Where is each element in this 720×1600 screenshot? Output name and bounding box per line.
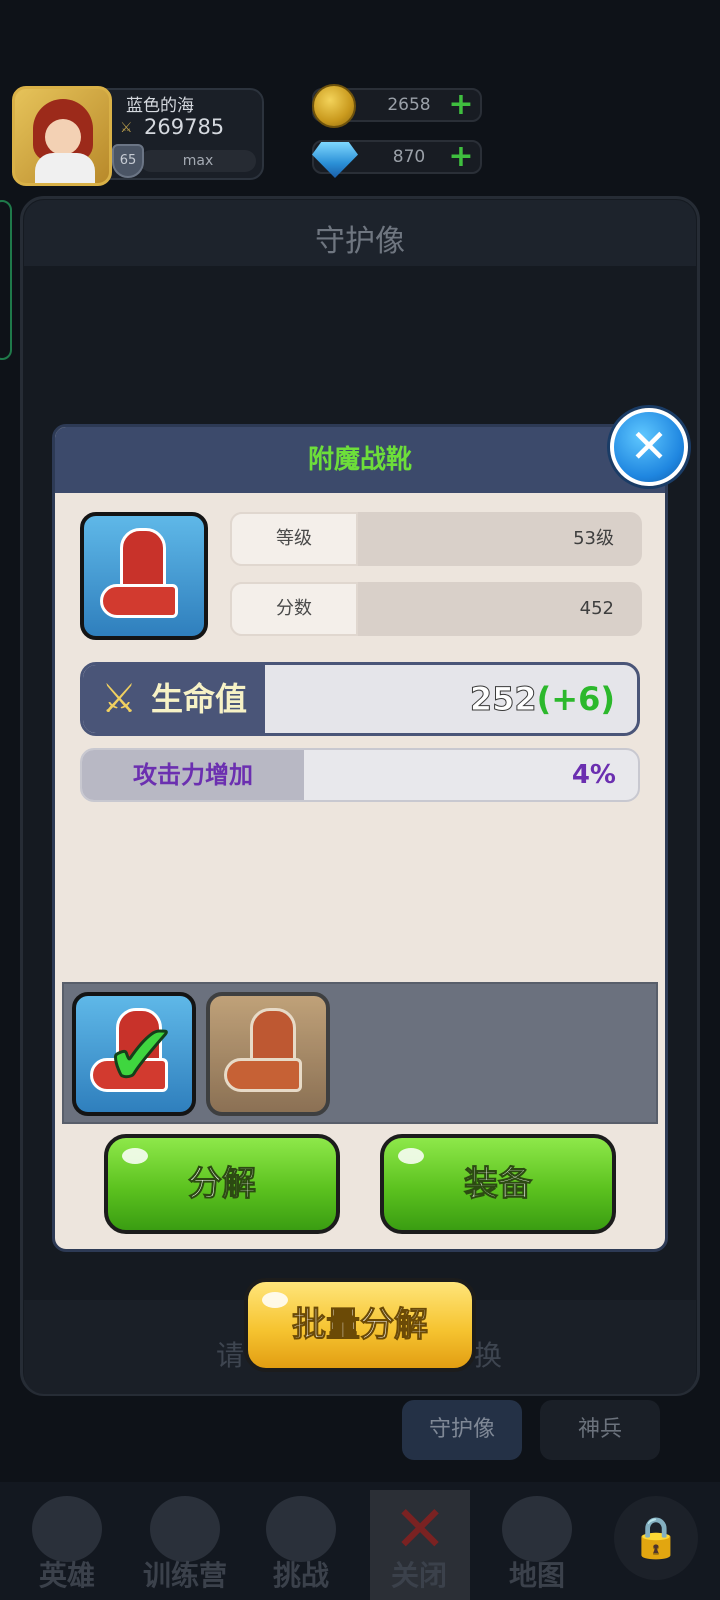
nav-label-map: 地图	[508, 1559, 565, 1592]
diamond-plus-icon[interactable]: +	[448, 142, 474, 172]
batch-decompose-button[interactable]: 批量分解	[244, 1278, 476, 1372]
nav-label-challenge: 挑战	[272, 1559, 329, 1592]
batch-decompose-label: 批量分解	[292, 1305, 429, 1346]
main-stat-hp: ⚔ 生命值 252(+6)	[80, 662, 640, 736]
check-icon: ✔	[104, 1006, 177, 1104]
player-level: 65	[119, 153, 137, 168]
nav-item-close[interactable]: 关闭	[364, 1482, 474, 1600]
stat-label-score: 分数	[230, 582, 358, 636]
shield-icon	[266, 1496, 336, 1562]
stat-row-score: 分数 452	[230, 582, 642, 636]
panel-hint-left: 请	[216, 1339, 245, 1372]
boot-foot-shape	[100, 584, 178, 618]
boot-icon	[120, 528, 166, 590]
item-portrait	[80, 512, 208, 640]
heroes-icon	[32, 1496, 102, 1562]
tab-divine-weapon[interactable]: 神兵	[540, 1400, 660, 1460]
stat-value-level: 53级	[573, 528, 614, 549]
decompose-button[interactable]: 分解	[104, 1134, 340, 1234]
sub-stat-label: 攻击力增加	[133, 761, 253, 789]
main-stat-label: 生命值	[151, 680, 248, 718]
button-shine	[398, 1148, 424, 1164]
close-icon: ✕	[629, 419, 669, 473]
coin-icon	[312, 84, 356, 128]
sub-stat-attack: 攻击力增加 4%	[80, 748, 640, 802]
equip-label: 装备	[464, 1164, 533, 1205]
sword-icon: ⚔	[101, 676, 137, 722]
stat-value-score: 452	[579, 598, 614, 619]
stat-row-level: 等级 53级	[230, 512, 642, 566]
training-icon	[150, 1496, 220, 1562]
player-power: 269785	[144, 115, 225, 139]
sub-stat-value: 4%	[571, 760, 616, 790]
decompose-label: 分解	[188, 1164, 257, 1205]
nav-item-training[interactable]: 训练营	[130, 1482, 240, 1600]
gold-plus-icon[interactable]: +	[448, 90, 474, 120]
stat-label-level: 等级	[230, 512, 358, 566]
power-icon: ⚔	[120, 120, 133, 136]
exp-label: max	[182, 153, 214, 169]
map-icon	[502, 1496, 572, 1562]
hp-bonus: (+6)	[536, 680, 615, 718]
exp-bar: max	[140, 150, 256, 172]
inventory-slot[interactable]	[206, 992, 330, 1116]
dialog-title: 附魔战靴	[307, 445, 412, 475]
nav-label-close: 关闭	[390, 1559, 447, 1592]
main-stat-value: 252(+6)	[469, 665, 615, 733]
button-shine	[262, 1292, 288, 1308]
avatar-face	[45, 119, 81, 155]
tab-guardian[interactable]: 守护像	[402, 1400, 522, 1460]
avatar-body	[35, 153, 95, 183]
panel-hint-right: 换	[474, 1339, 503, 1372]
player-avatar[interactable]	[12, 86, 112, 186]
player-name: 蓝色的海	[126, 96, 194, 116]
boot-foot-shape	[224, 1058, 302, 1092]
lock-icon[interactable]: 🔒	[614, 1496, 698, 1580]
close-button[interactable]: ✕	[610, 408, 688, 486]
nav-item-map[interactable]: 地图	[482, 1482, 592, 1600]
level-shield-icon: 65	[112, 144, 144, 178]
nav-item-heroes[interactable]: 英雄	[12, 1482, 122, 1600]
nav-item-challenge[interactable]: 挑战	[246, 1482, 356, 1600]
guardian-panel-title: 守护像	[315, 224, 405, 259]
nav-label-heroes: 英雄	[38, 1559, 95, 1592]
button-shine	[122, 1148, 148, 1164]
nav-label-training: 训练营	[142, 1559, 227, 1592]
equip-button[interactable]: 装备	[380, 1134, 616, 1234]
hp-value: 252	[469, 680, 537, 719]
